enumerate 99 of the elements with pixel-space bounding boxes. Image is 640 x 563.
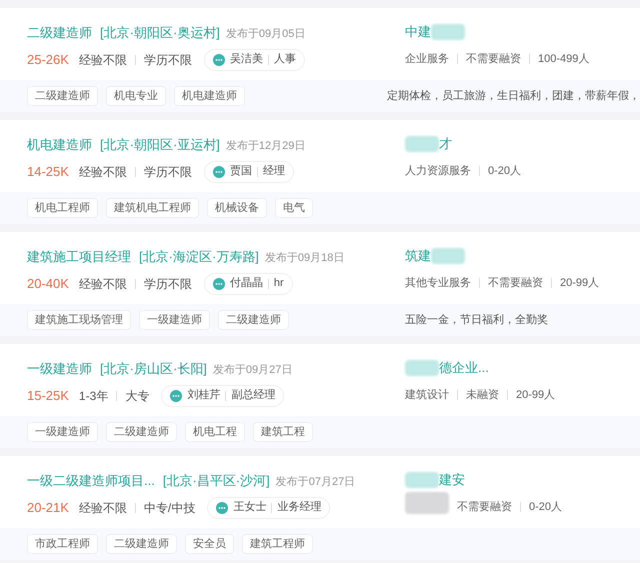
job-card[interactable]: 建筑施工项目经理 [北京·海淀区·万寿路] 发布于09月18日 20-40K 经验不限 学历不限 付晶晶 hr 筑建 其他专业服务 不需要融资 20-99人 建筑施工现场管理 一级建造师 二级建造师 五险一金，节日福利，全勤奖 [0, 232, 640, 336]
skill-tag[interactable]: 机电专业 [106, 86, 166, 106]
company-info: 0-20人 [488, 164, 522, 179]
blurred-text [431, 248, 465, 264]
recruiter-pill[interactable]: 吴洁美 人事 [204, 48, 305, 70]
requirement: 经验不限 [78, 500, 127, 516]
job-location: [北京·朝阳区·奥运村] [100, 24, 220, 42]
company-info: 其他专业服务 [405, 276, 471, 291]
job-card[interactable]: 机电建造师 [北京·朝阳区·亚运村] 发布于12月29日 14-25K 经验不限 学历不限 贾国 经理 才 人力资源服务 0-20人 机电工程师 建筑机电工程师 机械设备 电气 [0, 120, 640, 224]
blurred-text [431, 24, 465, 40]
post-date: 发布于09月27日 [212, 363, 292, 378]
salary: 20-21K [27, 498, 69, 517]
recruiter-position: 副总经理 [231, 388, 276, 404]
salary: 25-26K [27, 50, 69, 69]
recruiter-name: 王女士 [233, 500, 266, 516]
company-info: 20-99人 [560, 276, 600, 291]
requirement: 学历不限 [144, 276, 192, 292]
skill-tag[interactable]: 二级建造师 [27, 86, 98, 106]
company-name[interactable]: 筑建 [405, 246, 431, 266]
chat-icon [216, 502, 228, 514]
job-location: [北京·房山区·长阳] [100, 360, 207, 378]
requirement: 经验不限 [78, 276, 127, 292]
job-card[interactable]: 二级建造师 [北京·朝阳区·奥运村] 发布于09月05日 25-26K 经验不限 学历不限 吴洁美 人事 中建 企业服务 不需要融资 100-499人 二级建造师 机电专业 机电建造师 定期体检，员工旅游，生日福利，团建，带薪年假， [0, 8, 640, 112]
chat-icon [212, 166, 225, 178]
skill-tag[interactable]: 机电工程师 [27, 198, 98, 218]
salary: 20-40K [27, 274, 69, 293]
skill-tag[interactable]: 建筑施工现场管理 [27, 310, 131, 330]
skill-tag[interactable]: 机械设备 [207, 198, 267, 218]
salary: 15-25K [27, 386, 69, 405]
job-card[interactable]: 一级二级建造师项目... [北京·昌平区·沙河] 发布于07月27日 20-21K 经验不限 中专/中技 王女士 业务经理 建安 不需要融资 0-20人 市政工程师 二级建造师 安全员 建筑工程师 [0, 456, 640, 560]
company-info: 100-499人 [538, 52, 590, 67]
job-location: [北京·昌平区·沙河] [162, 472, 270, 490]
requirement: 学历不限 [144, 164, 192, 180]
job-card[interactable]: 一级建造师 [北京·房山区·长阳] 发布于09月27日 15-25K 1-3年 大专 刘桂芹 副总经理 德企业... 建筑设计 未融资 20-99人 一级建造师 二级建造师 机电工程 建筑工程 [0, 344, 640, 448]
skill-tag[interactable]: 市政工程师 [27, 534, 98, 554]
requirement: 学历不限 [144, 52, 192, 68]
recruiter-name: 贾国 [230, 164, 252, 180]
recruiter-position: 人事 [274, 52, 296, 68]
company-info: 0-20人 [529, 500, 562, 515]
company-name[interactable]: 建安 [439, 470, 465, 490]
job-title[interactable]: 机电建造师 [27, 135, 92, 154]
skill-tag[interactable]: 建筑机电工程师 [106, 198, 199, 218]
requirement: 1-3年 [78, 388, 108, 404]
recruiter-position: hr [274, 276, 284, 292]
chat-icon [212, 54, 225, 66]
blurred-text [405, 492, 449, 514]
skill-tag[interactable]: 安全员 [185, 534, 234, 554]
company-info: 不需要融资 [488, 276, 543, 291]
blurred-text [405, 136, 439, 152]
benefits-text: 五险一金，节日福利，全勤奖 [405, 312, 548, 328]
skill-tag[interactable]: 二级建造师 [218, 310, 289, 330]
recruiter-name: 刘桂芹 [187, 388, 220, 404]
skill-tag[interactable]: 建筑工程 [253, 422, 313, 442]
post-date: 发布于07月27日 [276, 475, 356, 490]
chat-icon [170, 390, 182, 402]
skill-tag[interactable]: 建筑工程师 [242, 534, 313, 554]
company-info: 建筑设计 [405, 388, 449, 403]
blurred-text [405, 472, 439, 488]
job-location: [北京·朝阳区·亚运村] [100, 136, 220, 154]
salary: 14-25K [27, 162, 69, 181]
recruiter-pill[interactable]: 贾国 经理 [204, 160, 294, 182]
recruiter-position: 业务经理 [277, 500, 322, 516]
post-date: 发布于09月18日 [264, 251, 344, 266]
skill-tag[interactable]: 机电建造师 [174, 86, 245, 106]
job-title[interactable]: 二级建造师 [27, 23, 92, 42]
recruiter-position: 经理 [262, 164, 285, 180]
requirement: 大专 [125, 388, 150, 404]
requirement: 中专/中技 [144, 500, 196, 516]
recruiter-pill[interactable]: 王女士 业务经理 [207, 496, 330, 518]
company-name[interactable]: 德企业... [439, 358, 489, 378]
company-info: 未融资 [466, 388, 499, 403]
job-title[interactable]: 一级二级建造师项目... [27, 471, 155, 490]
post-date: 发布于09月05日 [226, 27, 306, 42]
post-date: 发布于12月29日 [226, 139, 306, 154]
recruiter-pill[interactable]: 刘桂芹 副总经理 [161, 384, 284, 406]
job-title[interactable]: 一级建造师 [27, 359, 92, 378]
skill-tag[interactable]: 二级建造师 [106, 534, 177, 554]
chat-icon [212, 278, 225, 290]
company-info: 企业服务 [405, 52, 449, 67]
blurred-text [405, 360, 439, 376]
company-name[interactable]: 中建 [405, 22, 431, 42]
company-name[interactable]: 才 [439, 134, 452, 154]
recruiter-name: 付晶晶 [230, 276, 263, 292]
company-info: 不需要融资 [457, 500, 512, 515]
company-info: 人力资源服务 [405, 164, 471, 179]
recruiter-name: 吴洁美 [230, 52, 263, 68]
skill-tag[interactable]: 电气 [275, 198, 313, 218]
company-info: 20-99人 [516, 388, 556, 403]
skill-tag[interactable]: 一级建造师 [139, 310, 210, 330]
job-title[interactable]: 建筑施工项目经理 [27, 247, 131, 266]
job-location: [北京·海淀区·万寿路] [139, 248, 259, 266]
requirement: 经验不限 [78, 52, 127, 68]
skill-tag[interactable]: 机电工程 [185, 422, 245, 442]
requirement: 经验不限 [78, 164, 127, 180]
company-info: 不需要融资 [466, 52, 521, 67]
recruiter-pill[interactable]: 付晶晶 hr [204, 272, 293, 294]
benefits-text: 定期体检，员工旅游，生日福利，团建，带薪年假， [387, 88, 640, 104]
skill-tag[interactable]: 一级建造师 [27, 422, 98, 442]
skill-tag[interactable]: 二级建造师 [106, 422, 177, 442]
